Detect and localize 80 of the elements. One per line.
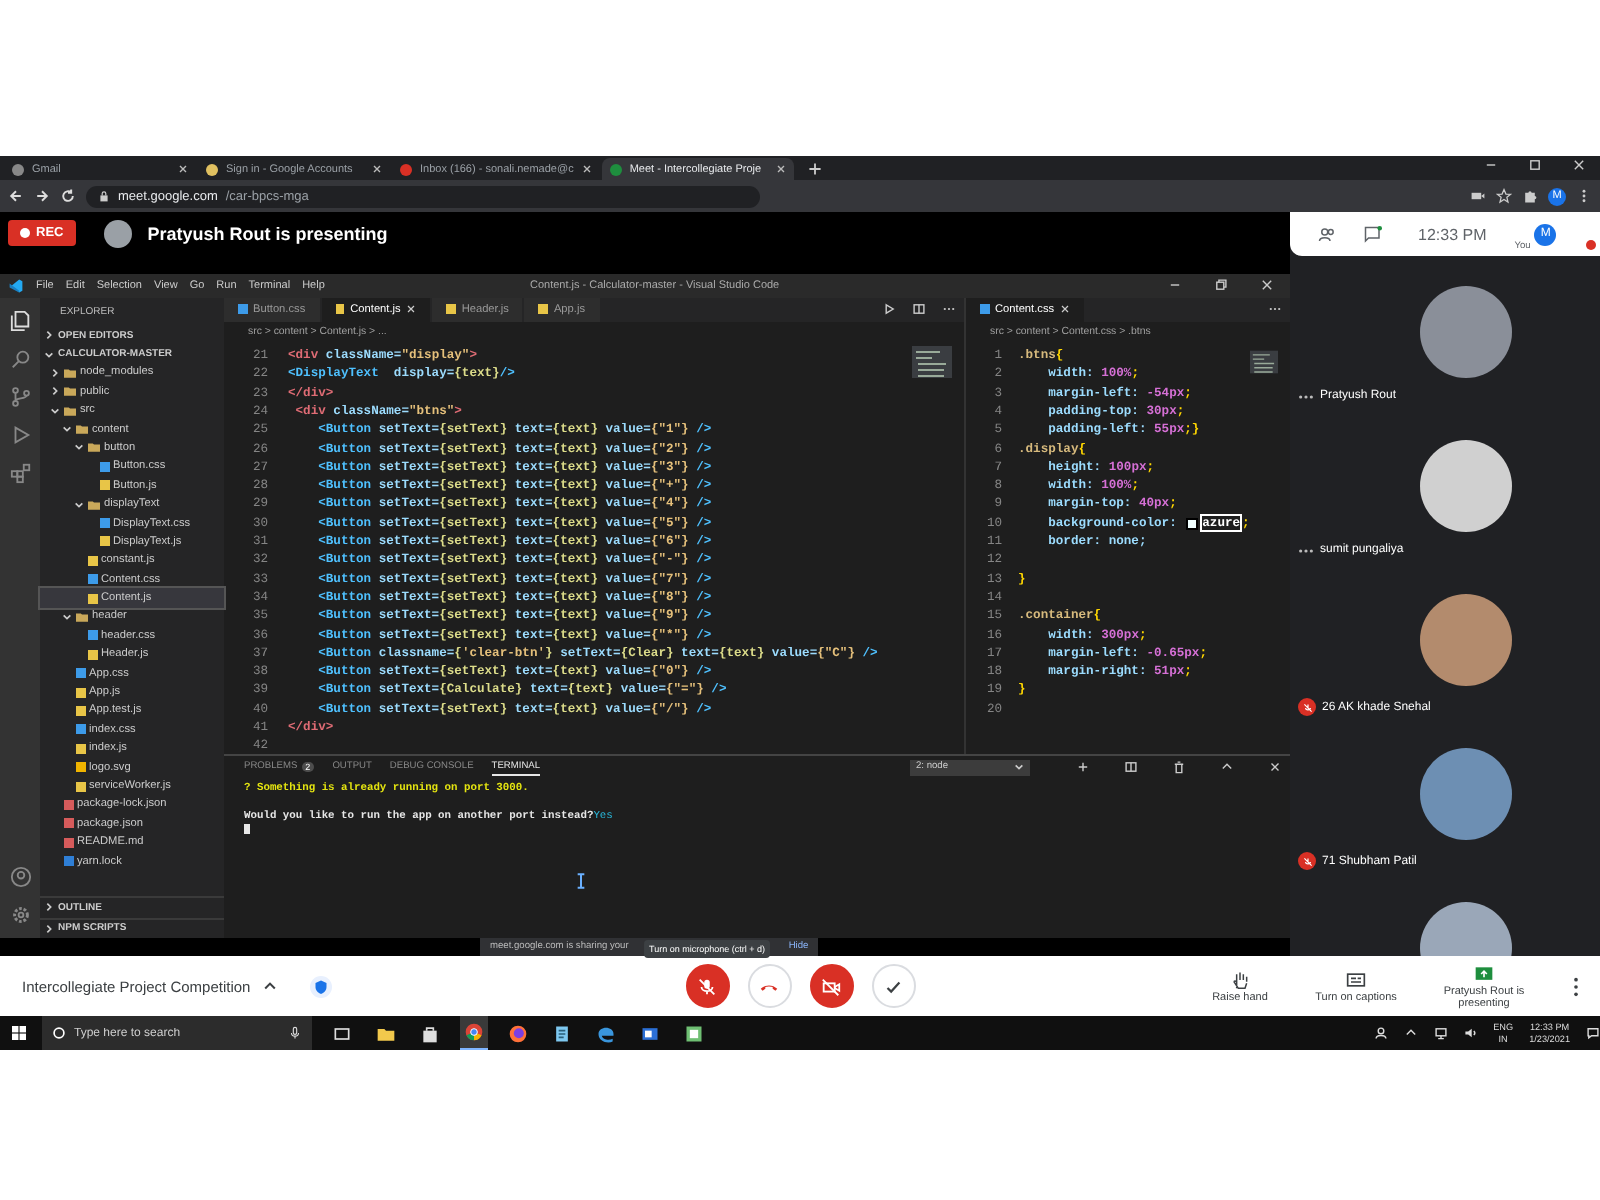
maximize-icon[interactable] [1528, 158, 1542, 172]
avatar-photo [1419, 594, 1511, 686]
close-icon[interactable] [372, 164, 382, 174]
mic-off-icon [696, 975, 718, 997]
split-editor-icon[interactable] [912, 302, 926, 317]
plus-icon[interactable] [1076, 760, 1090, 775]
present-screen-icon [1474, 963, 1494, 983]
close-icon[interactable] [1060, 304, 1071, 315]
close-icon[interactable] [1268, 760, 1282, 775]
avatar-photo [1419, 440, 1511, 532]
reload-icon[interactable] [60, 188, 76, 204]
notification-icon[interactable] [1586, 1026, 1600, 1040]
account-icon[interactable] [9, 866, 31, 888]
restore-icon[interactable] [1214, 278, 1228, 293]
trash-icon[interactable] [1172, 760, 1186, 775]
hand-icon [1230, 969, 1250, 989]
branch-icon[interactable] [9, 385, 31, 408]
favicon-icon [400, 163, 412, 175]
chevron-up-icon[interactable] [1220, 760, 1234, 775]
settings-icon[interactable] [9, 904, 31, 926]
close-icon[interactable] [581, 164, 592, 174]
file-icon [446, 304, 456, 315]
camera-icon[interactable] [1470, 188, 1486, 204]
split-icon[interactable] [1124, 760, 1138, 775]
favicon-icon [206, 163, 218, 175]
avatar-photo [1419, 286, 1511, 378]
files-icon[interactable] [9, 309, 31, 332]
search-icon [52, 1026, 66, 1040]
more-icon[interactable] [1572, 975, 1580, 997]
close-icon[interactable] [775, 164, 786, 174]
mic-icon [288, 1026, 302, 1040]
camera-off-icon [820, 975, 842, 997]
forward-icon[interactable] [34, 188, 50, 204]
close-icon[interactable] [1572, 158, 1586, 172]
folder-icon [88, 499, 100, 510]
avatar-photo [103, 219, 132, 248]
extensions-icon[interactable] [9, 461, 31, 484]
minimize-icon[interactable] [1484, 158, 1498, 172]
vscode-logo-icon [8, 277, 24, 294]
people-icon[interactable] [1318, 225, 1336, 243]
windows-logo-icon[interactable] [12, 1026, 26, 1040]
star-icon[interactable] [1496, 188, 1512, 204]
people-icon[interactable] [1373, 1026, 1388, 1040]
record-icon [20, 228, 30, 239]
file-icon [980, 304, 989, 315]
microphone-button[interactable] [685, 964, 729, 1008]
caret-icon [1014, 762, 1024, 773]
close-icon[interactable] [178, 164, 188, 174]
chevron-up-icon[interactable] [1403, 1026, 1418, 1040]
favicon-icon [609, 163, 622, 175]
file-icon [238, 304, 247, 315]
minimap-drawing [912, 345, 952, 378]
caret-up-icon[interactable] [262, 978, 279, 994]
file-icon [335, 304, 345, 315]
i-beam-cursor-icon [576, 871, 586, 890]
check-button[interactable] [871, 964, 915, 1008]
file-icon [538, 304, 548, 315]
clock-time: 12:33 PM [1418, 225, 1487, 243]
speaker-icon[interactable] [1463, 1026, 1478, 1040]
close-icon[interactable] [406, 304, 417, 315]
camera-button[interactable] [809, 964, 853, 1008]
shield-icon[interactable] [310, 975, 333, 997]
new-tab-icon[interactable] [807, 162, 822, 176]
run-icon[interactable] [882, 302, 896, 317]
network-icon[interactable] [1433, 1026, 1448, 1040]
captions-icon [1346, 969, 1366, 989]
puzzle-icon[interactable] [1522, 188, 1538, 204]
avatar-photo [1419, 748, 1511, 840]
lock-icon [98, 190, 110, 202]
close-icon[interactable] [1260, 278, 1274, 293]
notification-dot-icon [1586, 240, 1596, 250]
search-icon[interactable] [9, 347, 31, 370]
browser-icon[interactable] [460, 1016, 488, 1050]
back-icon[interactable] [8, 188, 24, 204]
presenter-text: Pratyush Rout is presenting [147, 223, 388, 244]
debug-icon[interactable] [9, 423, 31, 446]
minimap-drawing [1249, 345, 1278, 378]
chat-icon[interactable] [1364, 225, 1382, 243]
text-cursor [244, 823, 250, 834]
favicon-icon [12, 163, 24, 175]
